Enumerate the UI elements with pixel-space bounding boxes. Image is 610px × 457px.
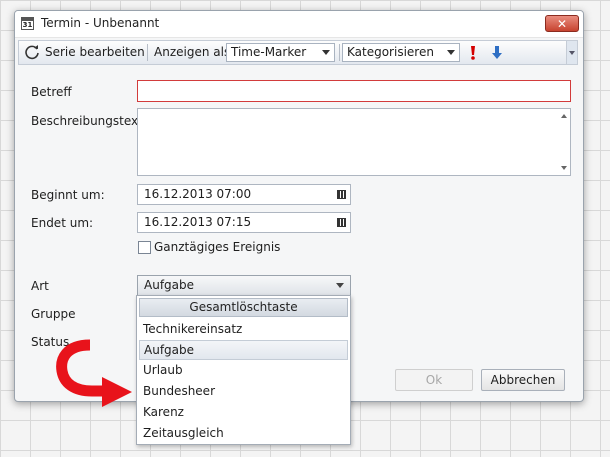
start-date-value: 16.12.2013 07:00 xyxy=(144,187,252,201)
subject-input[interactable] xyxy=(137,80,571,102)
allday-label[interactable]: Ganztägiges Ereignis xyxy=(154,240,280,254)
start-label: Beginnt um: xyxy=(31,188,105,202)
chevron-down-icon xyxy=(447,50,455,55)
description-textarea[interactable] xyxy=(137,108,571,176)
allday-checkbox[interactable] xyxy=(138,241,151,254)
toolbar: Serie bearbeiten Anzeigen als Time-Marke… xyxy=(18,40,578,65)
arrow-down-icon[interactable] xyxy=(491,45,503,61)
list-item[interactable]: Zeitausgleich xyxy=(139,423,348,443)
chevron-down-icon xyxy=(322,50,330,55)
list-item[interactable]: Bundesheer xyxy=(139,381,348,401)
show-as-value: Time-Marker xyxy=(231,45,307,59)
show-as-label: Anzeigen als xyxy=(154,45,231,59)
toolbar-separator xyxy=(339,44,340,61)
calendar-picker-icon[interactable] xyxy=(337,218,346,227)
type-value: Aufgabe xyxy=(144,278,195,292)
clear-all-button[interactable]: Gesamtlöschtaste xyxy=(139,298,348,317)
type-dropdown-list: Gesamtlöschtaste Technikereinsatz Aufgab… xyxy=(136,295,351,445)
type-dropdown[interactable]: Aufgabe xyxy=(137,275,351,296)
cancel-button[interactable]: Abbrechen xyxy=(481,369,565,391)
list-item[interactable]: Urlaub xyxy=(139,360,348,380)
calendar-picker-icon[interactable] xyxy=(337,190,346,199)
title-bar[interactable]: 31 Termin - Unbenannt ✕ xyxy=(15,11,583,38)
close-button[interactable]: ✕ xyxy=(545,15,579,32)
group-label: Gruppe xyxy=(31,307,76,321)
toolbar-overflow-button[interactable] xyxy=(566,41,577,64)
toolbar-separator xyxy=(147,44,148,61)
show-as-dropdown[interactable]: Time-Marker xyxy=(226,43,335,62)
annotation-arrow-icon xyxy=(56,339,132,407)
end-date-value: 16.12.2013 07:15 xyxy=(144,215,252,229)
exclamation-icon[interactable] xyxy=(469,45,477,61)
type-label: Art xyxy=(31,279,49,293)
window-title: Termin - Unbenannt xyxy=(41,16,160,30)
chevron-down-icon xyxy=(336,283,344,288)
categorize-dropdown[interactable]: Kategorisieren xyxy=(342,43,460,62)
description-label: Beschreibungstext xyxy=(31,114,143,128)
edit-series-button[interactable]: Serie bearbeiten xyxy=(45,41,145,64)
ok-button[interactable]: Ok xyxy=(395,369,473,391)
end-date-input[interactable]: 16.12.2013 07:15 xyxy=(137,212,351,233)
list-item[interactable]: Technikereinsatz xyxy=(139,319,348,339)
calendar-icon: 31 xyxy=(21,17,34,30)
scroll-down-icon[interactable] xyxy=(561,166,567,170)
list-item[interactable]: Aufgabe xyxy=(139,340,348,360)
refresh-icon xyxy=(25,45,39,60)
end-label: Endet um: xyxy=(31,216,94,230)
subject-label: Betreff xyxy=(31,85,72,99)
start-date-input[interactable]: 16.12.2013 07:00 xyxy=(137,184,351,205)
scroll-up-icon[interactable] xyxy=(561,114,567,118)
categorize-label: Kategorisieren xyxy=(347,45,434,59)
list-item[interactable]: Karenz xyxy=(139,402,348,422)
